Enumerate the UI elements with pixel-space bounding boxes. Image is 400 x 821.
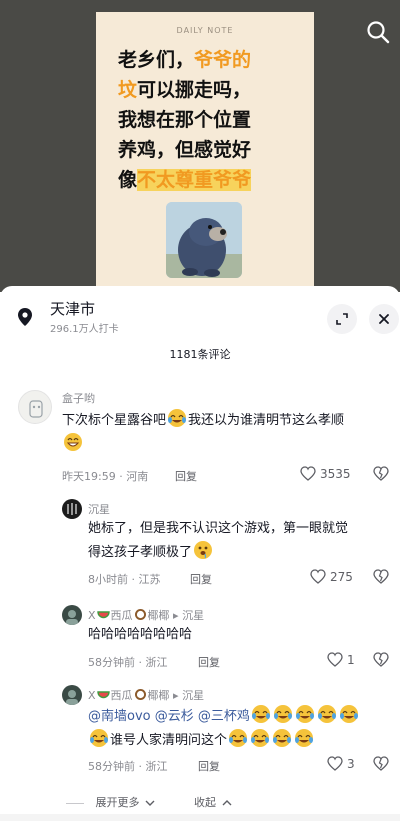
crying-laughing-emoji-icon [272,728,292,748]
reply-arrow-icon: ▸ [173,689,179,702]
comment-meta: 58分钟前 · 浙江 [88,760,168,773]
crying-laughing-emoji-icon [317,704,337,724]
crying-laughing-emoji-icon [339,704,359,724]
expand-more-button[interactable]: 展开更多 [66,794,155,810]
comment-meta: 昨天19:59 · 河南 [62,470,149,483]
note-line-1: 老乡们，爷爷的 [118,49,252,71]
location-pin-icon [18,308,32,326]
coconut-emoji-icon [134,608,147,621]
laughing-crying-emoji-icon [167,408,187,428]
note-line-3: 我想在那个位置 [118,109,252,131]
avatar[interactable] [62,685,82,705]
comment-text: 下次标个星露谷吧 我还以为谁清明节这么孝顺 [62,408,392,456]
grinning-emoji-icon [63,432,83,452]
mention-link[interactable]: @云杉 [155,709,194,724]
note-text: 老乡们，爷爷的 坟可以挪走吗， 我想在那个位置 养鸡，但感觉好 像不太尊重爷爷 [118,45,298,195]
avatar[interactable] [62,499,82,519]
avatar[interactable] [18,390,52,424]
like-count: 275 [330,569,353,584]
comment-sheet: 天津市 296.1万人打卡 1181条评论 盒子哟 下次标个星露谷吧 我还以为谁清… [0,286,400,821]
crying-laughing-emoji-icon [273,704,293,724]
heart-icon [327,756,343,771]
comment-username[interactable]: 沉星 [88,501,110,517]
dislike-button[interactable] [373,756,389,775]
heart-icon [300,466,316,481]
dislike-button[interactable] [373,466,389,485]
note-line-2: 坟可以挪走吗， [118,79,252,101]
location-name[interactable]: 天津市 [50,298,95,319]
watermelon-emoji-icon [96,608,110,621]
video-area[interactable]: DAILY NOTE 老乡们，爷爷的 坟可以挪走吗， 我想在那个位置 养鸡，但感… [0,0,400,292]
close-icon [379,314,389,324]
mascot-image [166,202,242,278]
crying-laughing-emoji-icon [251,704,271,724]
comment-count: 1181条评论 [169,348,231,361]
like-count: 3535 [320,466,351,481]
comment-meta: 8小时前 · 江苏 [88,573,161,586]
collapse-button[interactable]: 收起 [194,794,232,810]
broken-heart-icon [373,569,389,584]
watermelon-emoji-icon [96,688,110,701]
like-count: 3 [347,756,355,771]
reply-arrow-icon: ▸ [173,609,179,622]
note-card: DAILY NOTE 老乡们，爷爷的 坟可以挪走吗， 我想在那个位置 养鸡，但感… [96,12,314,292]
dislike-button[interactable] [373,569,389,588]
crying-laughing-emoji-icon [228,728,248,748]
like-button[interactable]: 3 [327,756,355,771]
crying-laughing-emoji-icon [295,704,315,724]
coconut-emoji-icon [134,688,147,701]
location-checkins: 296.1万人打卡 [50,324,119,335]
mention-link[interactable]: @三杯鸡 [198,709,250,724]
reply-button[interactable]: 回复 [190,571,212,587]
comment-text: 哈哈哈哈哈哈哈哈 [88,627,193,642]
comment-text: 她标了，但是我不认识这个游戏，第一眼就觉 得这孩子孝顺极了 [88,521,349,560]
comment-meta: 58分钟前 · 浙江 [88,656,168,669]
crying-laughing-emoji-icon [89,728,109,748]
broken-heart-icon [373,756,389,771]
comment-item: 盒子哟 下次标个星露谷吧 我还以为谁清明节这么孝顺 昨天19:59 · 河南 回复… [0,382,400,492]
crying-laughing-emoji-icon [250,728,270,748]
mention-link[interactable]: @南墙ovo [88,709,151,724]
heart-icon [327,652,343,667]
comment-username[interactable]: X 西瓜 椰椰 ▸ 沉星 [88,607,204,623]
reply-button[interactable]: 回复 [198,758,220,774]
like-button[interactable]: 1 [327,652,355,667]
reply-item: X 西瓜 椰椰 ▸ 沉星 @南墙ovo @云杉 @三杯鸡 谁号人家清明问这个 58分… [0,682,400,782]
close-button[interactable] [369,304,399,334]
reply-item: 沉星 她标了，但是我不认识这个游戏，第一眼就觉 得这孩子孝顺极了 8小时前 · … [0,496,400,596]
avatar[interactable] [62,605,82,625]
dislike-button[interactable] [373,652,389,671]
note-header: DAILY NOTE [176,26,234,35]
broken-heart-icon [373,652,389,667]
chevron-up-icon [222,800,231,806]
crying-laughing-emoji-icon [294,728,314,748]
search-icon[interactable] [364,18,392,46]
reply-button[interactable]: 回复 [198,654,220,670]
note-line-5: 像不太尊重爷爷 [118,169,252,191]
like-button[interactable]: 275 [310,569,353,584]
drooling-emoji-icon [193,540,213,560]
bottom-bar [0,814,400,821]
comment-username[interactable]: 盒子哟 [62,390,95,406]
chevron-down-icon [145,800,155,806]
comment-text: @南墙ovo @云杉 @三杯鸡 谁号人家清明问这个 [88,704,398,752]
heart-icon [310,569,326,584]
note-line-4: 养鸡，但感觉好 [118,139,252,161]
like-count: 1 [347,652,355,667]
broken-heart-icon [373,466,389,481]
like-button[interactable]: 3535 [300,466,351,481]
comment-username[interactable]: X 西瓜 椰椰 ▸ 沉星 [88,687,204,703]
reply-item: X 西瓜 椰椰 ▸ 沉星 哈哈哈哈哈哈哈哈 58分钟前 · 浙江 回复 1 [0,602,400,678]
expand-icon [336,313,348,325]
expand-button[interactable] [327,304,357,334]
reply-button[interactable]: 回复 [175,468,197,484]
